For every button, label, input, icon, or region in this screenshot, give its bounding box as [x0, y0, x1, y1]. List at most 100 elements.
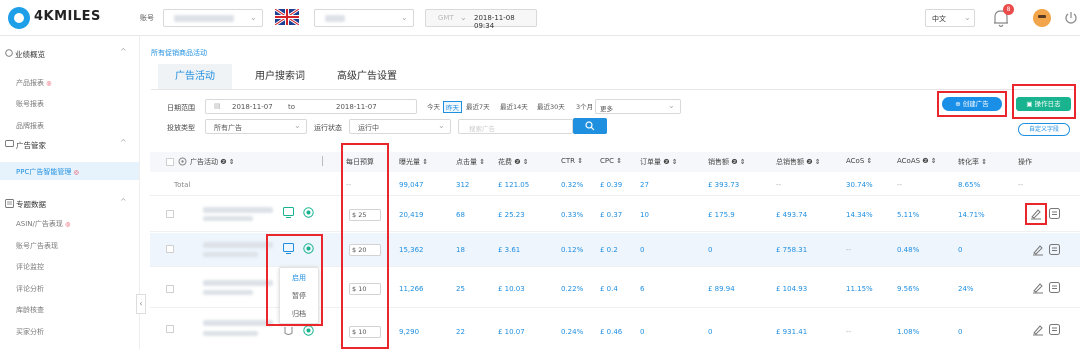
sidebar-collapse-handle[interactable]: ‹	[136, 294, 146, 314]
power-icon[interactable]	[1064, 11, 1078, 25]
run-status-select[interactable]: 运行中 ⌄	[349, 119, 451, 134]
status-active-icon[interactable]	[303, 207, 314, 218]
col-impressions[interactable]: 曝光量 ⇕	[399, 157, 428, 167]
row-checkbox[interactable]	[166, 210, 174, 218]
total-total-sales: --	[776, 181, 782, 189]
campaign-name-redacted[interactable]	[203, 280, 273, 286]
flag-icon: ◎	[65, 221, 71, 228]
col-clicks[interactable]: 点击量 ⇕	[456, 157, 485, 167]
select-all-checkbox[interactable]	[166, 158, 174, 166]
campaign-name-redacted[interactable]	[203, 242, 273, 248]
col-conversion[interactable]: 转化率 ⇕	[958, 157, 987, 167]
sidebar-item-review-analysis[interactable]: 评论分析	[16, 284, 44, 294]
range-today[interactable]: 今天	[425, 101, 442, 113]
row-clicks: 22	[456, 328, 465, 336]
language-select[interactable]: 中文 ⌄	[925, 9, 975, 27]
detail-icon[interactable]	[1049, 208, 1060, 219]
edit-icon[interactable]	[1032, 282, 1044, 294]
sidebar-item-buyer-analysis[interactable]: 买家分析	[16, 327, 44, 337]
col-sales[interactable]: 销售额 ❷ ⇕	[708, 157, 746, 167]
range-more-select[interactable]: 更多 ⌄	[595, 99, 681, 114]
sidebar-item-review-monitor[interactable]: 评论监控	[16, 262, 44, 272]
row-total-sales: £ 493.74	[776, 211, 808, 219]
sidebar-item-inventory-age[interactable]: 库龄核查	[16, 305, 44, 315]
account-select[interactable]: ⌄	[163, 9, 263, 27]
row-sales: 0	[708, 246, 713, 254]
sidebar-section-ad-manager[interactable]: 广告管家	[16, 140, 46, 151]
row-orders: 0	[640, 328, 645, 336]
range-3m[interactable]: 3个月	[574, 101, 595, 113]
campaign-name-redacted[interactable]	[203, 207, 273, 213]
row-checkbox[interactable]	[166, 245, 174, 253]
campaign-name-redacted	[203, 252, 258, 257]
row-checkbox[interactable]	[166, 285, 174, 293]
col-label: 点击量	[456, 158, 477, 166]
col-campaign[interactable]: 广告活动 ❷ ⇕	[190, 157, 235, 167]
sidebar-item-product-report[interactable]: 产品报表 ◎	[16, 78, 51, 88]
calendar-icon: ▤	[214, 102, 221, 110]
uk-flag-icon[interactable]	[275, 9, 299, 25]
operation-log-button[interactable]: ▣ 操作日志	[1016, 97, 1071, 111]
detail-icon[interactable]	[1049, 282, 1060, 293]
tab-campaigns[interactable]: 广告活动	[158, 64, 232, 89]
range-7d[interactable]: 最近7天	[464, 101, 492, 113]
range-14d[interactable]: 最近14天	[498, 101, 530, 113]
row-clicks: 68	[456, 211, 465, 219]
avatar[interactable]	[1033, 9, 1051, 27]
notification-badge: 8	[1003, 4, 1014, 15]
row-cpc: £ 0.37	[600, 211, 623, 219]
detail-icon[interactable]	[1049, 244, 1060, 255]
col-cpc[interactable]: CPC ⇕	[600, 157, 622, 165]
sidebar-item-account-report[interactable]: 账号报表	[16, 99, 44, 109]
ad-type-label: 投放类型	[167, 124, 195, 132]
col-acoas[interactable]: ACoAS ❷ ⇕	[897, 157, 937, 165]
timezone-display: GMT ⌄ 2018-11-08 09:34	[425, 9, 537, 30]
edit-icon[interactable]	[1032, 324, 1044, 336]
sidebar-section-overview[interactable]: 业绩概览	[15, 49, 45, 60]
create-ad-button[interactable]: ⊕ 创建广告	[942, 97, 1002, 111]
plus-circle-icon: ⊕	[955, 100, 961, 108]
status-paused-icon[interactable]	[283, 325, 294, 336]
sidebar-section-topic-data[interactable]: 专题数据	[16, 199, 46, 210]
row-checkbox[interactable]	[166, 325, 174, 333]
col-orders[interactable]: 订单量 ❷ ⇕	[640, 157, 678, 167]
ad-type-select[interactable]: 所有广告 ⌄	[205, 119, 307, 134]
campaign-name-redacted[interactable]	[203, 320, 273, 326]
sidebar-item-brand-report[interactable]: 品牌报表	[16, 121, 44, 131]
sidebar-item-account-ad[interactable]: 账号广告表现	[16, 241, 58, 251]
gear-icon[interactable]	[178, 157, 187, 166]
col-label: 总销售额	[776, 158, 804, 166]
col-acos[interactable]: ACoS ⇕	[846, 157, 872, 165]
sidebar-item-asin[interactable]: ASIN/广告表现 ◎	[16, 219, 70, 229]
total-acos: 30.74%	[846, 181, 873, 189]
status-active-icon[interactable]	[303, 325, 314, 336]
column-divider[interactable]	[322, 156, 323, 166]
col-spend[interactable]: 花费 ❷ ⇕	[498, 157, 529, 167]
tab-advanced-settings[interactable]: 高级广告设置	[327, 64, 407, 89]
row-clicks: 18	[456, 246, 465, 254]
row-conversion: 24%	[958, 285, 974, 293]
range-yesterday[interactable]: 昨天	[443, 101, 462, 113]
schedule-icon[interactable]	[283, 207, 294, 218]
edit-icon[interactable]	[1032, 244, 1044, 256]
range-30d[interactable]: 最近30天	[535, 101, 567, 113]
sidebar-item-ppc[interactable]: PPC广告智能管理 ◎	[16, 167, 79, 177]
row-total-sales: £ 758.31	[776, 246, 808, 254]
row-ctr: 0.22%	[561, 285, 584, 293]
logo-icon	[8, 7, 30, 29]
row-ctr: 0.12%	[561, 246, 584, 254]
col-total-sales[interactable]: 总销售额 ❷ ⇕	[776, 157, 821, 167]
marketplace-select[interactable]: ⌄	[314, 9, 414, 27]
custom-fields-button[interactable]: 自定义字段	[1018, 123, 1070, 136]
row-ctr: 0.33%	[561, 211, 584, 219]
breadcrumb[interactable]: 所有促销商品活动	[151, 48, 207, 58]
edit-icon[interactable]	[1030, 208, 1042, 220]
search-input[interactable]: 搜索广告	[458, 119, 573, 134]
detail-icon[interactable]	[1049, 324, 1060, 335]
date-range-picker[interactable]: ▤ 2018-11-07 to 2018-11-07	[205, 99, 417, 114]
total-sales: £ 393.73	[708, 181, 740, 189]
chevron-down-icon: ⌄	[668, 101, 675, 110]
col-ctr[interactable]: CTR ⇕	[561, 157, 583, 165]
search-button[interactable]	[573, 118, 607, 134]
tab-search-terms[interactable]: 用户搜索词	[241, 64, 319, 89]
